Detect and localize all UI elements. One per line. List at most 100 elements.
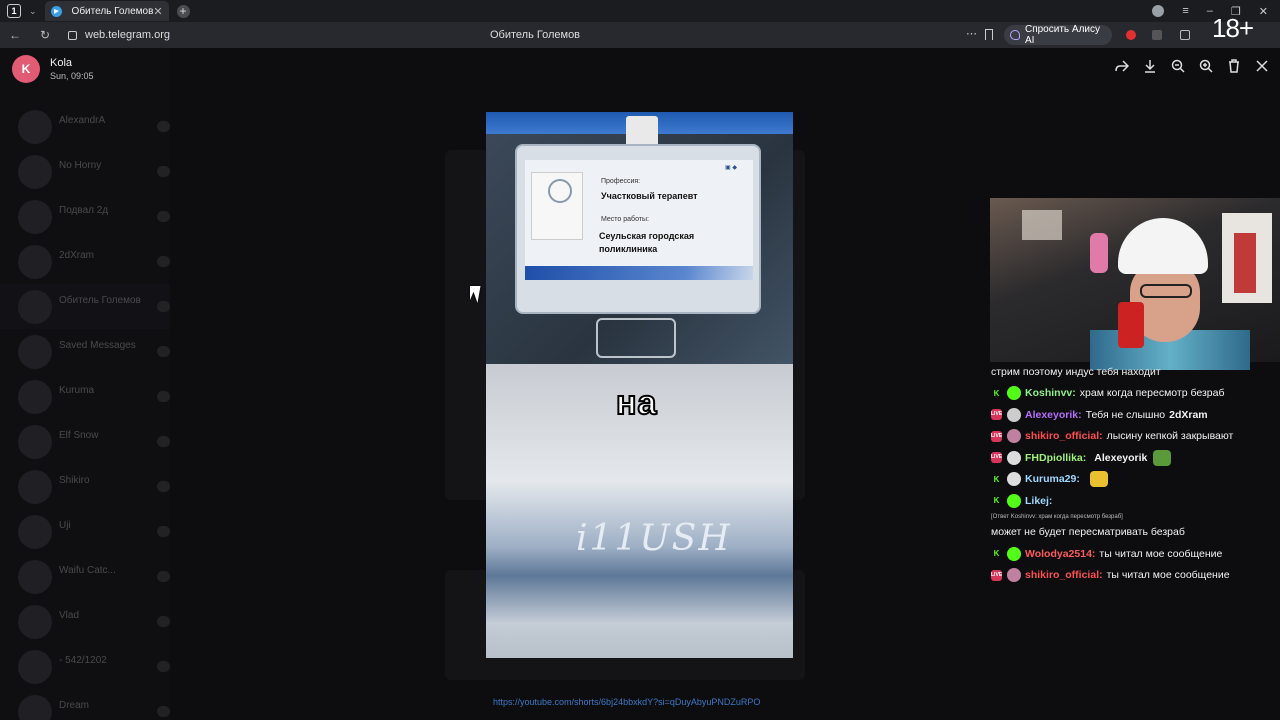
chat-username: shikiro_official: <box>1025 569 1103 582</box>
user-badge-icon <box>1007 450 1021 465</box>
ask-alice-label: Спросить Алису AI <box>1024 24 1100 46</box>
lock-icon[interactable] <box>68 30 77 40</box>
chat-name: 2dXram <box>59 249 95 261</box>
chat-username: shikiro_official: <box>1025 430 1103 443</box>
emote-icon <box>1153 449 1172 466</box>
chat-list-item[interactable]: Saved Messages <box>0 329 170 374</box>
chat-preview <box>59 534 155 544</box>
avatar[interactable]: K <box>12 55 40 83</box>
figurine <box>1090 233 1108 273</box>
chat-text: стрим поэтому индус тебя находит <box>991 365 1161 378</box>
unread-badge <box>156 661 170 672</box>
chat-message: K Kuruma29: <box>991 469 1280 491</box>
chat-username: Koshinvv: <box>1025 387 1076 400</box>
shelf <box>1022 210 1062 240</box>
reload-icon[interactable]: ↻ <box>40 28 62 42</box>
chat-list-item[interactable]: Kuruma <box>0 374 170 419</box>
ask-alice-button[interactable]: Спросить Алису AI <box>1004 24 1112 46</box>
unread-badge <box>156 481 170 492</box>
menu-icon[interactable]: ≡ <box>1182 5 1188 17</box>
chat-preview <box>59 669 155 679</box>
chat-username: Wolodya2514: <box>1025 547 1096 560</box>
telegram-icon <box>50 5 62 17</box>
unread-badge <box>156 301 170 312</box>
chat-username: Alexeyorik: <box>1025 408 1082 421</box>
chat-message: LIVE shikiro_official: ты читал мое сообще… <box>991 565 1280 587</box>
chat-text: может не будет пересматривать безраб <box>991 526 1185 539</box>
chat-text: Тебя не слышно <box>1085 408 1166 421</box>
avatar <box>18 154 52 189</box>
tab-count-badge[interactable]: 1 <box>7 4 21 18</box>
chat-list-item[interactable]: Elf Snow <box>0 419 170 464</box>
url-field[interactable]: web.telegram.org <box>85 29 170 41</box>
user-badge-icon <box>1007 493 1021 508</box>
chat-list-item[interactable]: 2dXram <box>0 239 170 284</box>
download-icon[interactable] <box>1142 58 1158 74</box>
avatar <box>18 694 52 720</box>
close-icon[interactable] <box>1254 58 1270 74</box>
chat-preview <box>59 219 155 229</box>
chat-mention: Alexeyorik <box>1094 451 1148 464</box>
browser-tab[interactable]: Обитель Големов ✕ <box>44 1 169 21</box>
chat-list-item[interactable]: Shikiro <box>0 464 170 509</box>
extension-icon[interactable] <box>1126 30 1136 40</box>
chevron-down-icon[interactable]: ⌄ <box>29 6 37 17</box>
chat-list-item[interactable]: Vlad <box>0 599 170 644</box>
extensions-puzzle-icon[interactable] <box>1180 30 1190 40</box>
profile-icon[interactable] <box>1152 5 1165 17</box>
chat-message: LIVE shikiro_official: лысину кепкой закры… <box>991 426 1280 448</box>
chat-list-item[interactable]: Dream <box>0 689 170 720</box>
chat-text: ты читал мое сообщение <box>1099 547 1223 560</box>
extension-icon[interactable] <box>1152 30 1162 40</box>
chat-name: Uji <box>59 519 71 531</box>
forward-icon[interactable] <box>1114 58 1130 74</box>
unread-badge <box>156 211 170 222</box>
chat-list-sidebar: AlexandrA No Horny Подвал 2д 2dXram Обит… <box>0 48 170 720</box>
avatar <box>18 289 52 324</box>
kick-icon: K <box>993 388 1000 398</box>
chat-text: ты читал мое сообщение <box>1106 569 1230 582</box>
emote-icon <box>1089 471 1108 488</box>
video-player[interactable]: ▣ ◆ Профессия: Участковый терапевт Место… <box>486 112 793 658</box>
chat-preview <box>59 714 155 720</box>
chat-list-item[interactable]: Подвал 2д <box>0 194 170 239</box>
back-icon[interactable]: ← <box>9 28 31 42</box>
unread-badge <box>156 166 170 177</box>
close-tab-icon[interactable]: ✕ <box>153 5 162 18</box>
unread-badge <box>156 346 170 357</box>
delete-icon[interactable] <box>1226 58 1242 74</box>
chat-list-item[interactable]: AlexandrA <box>0 104 170 149</box>
chat-name: Dream <box>59 699 90 711</box>
chat-preview <box>59 264 155 274</box>
chat-list-item[interactable]: No Horny <box>0 149 170 194</box>
zoom-in-icon[interactable] <box>1198 58 1214 74</box>
unread-badge <box>156 256 170 267</box>
badge-profession: Участковый терапевт <box>601 191 698 201</box>
avatar <box>18 379 52 414</box>
chat-list-item[interactable]: Uji <box>0 509 170 554</box>
avatar <box>18 604 52 639</box>
chat-name: Подвал 2д <box>59 204 109 216</box>
media-sender-info: K Kola Sun, 09:05 <box>12 55 94 83</box>
id-badge: ▣ ◆ Профессия: Участковый терапевт Место… <box>515 144 761 314</box>
chat-list-item[interactable]: - 542/1202 <box>0 644 170 689</box>
chat-preview <box>59 174 155 184</box>
zoom-out-icon[interactable] <box>1170 58 1186 74</box>
source-link[interactable]: https://youtube.com/shorts/6bj24bbxkdY?s… <box>493 697 760 707</box>
chat-list-item[interactable]: Обитель Големов <box>0 284 170 329</box>
badge-profession-label: Профессия: <box>601 178 641 185</box>
badge-holder <box>596 318 676 358</box>
more-icon[interactable]: ⋯ <box>966 27 977 40</box>
live-icon: LIVE <box>991 569 1002 581</box>
browser-tab-bar: 1 ⌄ Обитель Големов ✕ + ≡ – ❐ ✕ <box>0 0 1280 22</box>
avatar <box>18 469 52 504</box>
chat-name: AlexandrA <box>59 114 106 126</box>
page-title: Обитель Големов <box>490 29 581 41</box>
chat-list-item[interactable]: Waifu Catc... <box>0 554 170 599</box>
close-window-icon[interactable]: ✕ <box>1259 5 1268 18</box>
bookmark-icon[interactable] <box>985 29 993 40</box>
chat-message: LIVE Alexeyorik: Тебя не слышно 2dXram <box>991 404 1280 426</box>
chat-message: может не будет пересматривать безраб <box>991 522 1280 544</box>
user-badge-icon <box>1007 546 1021 561</box>
new-tab-button[interactable]: + <box>176 4 190 18</box>
